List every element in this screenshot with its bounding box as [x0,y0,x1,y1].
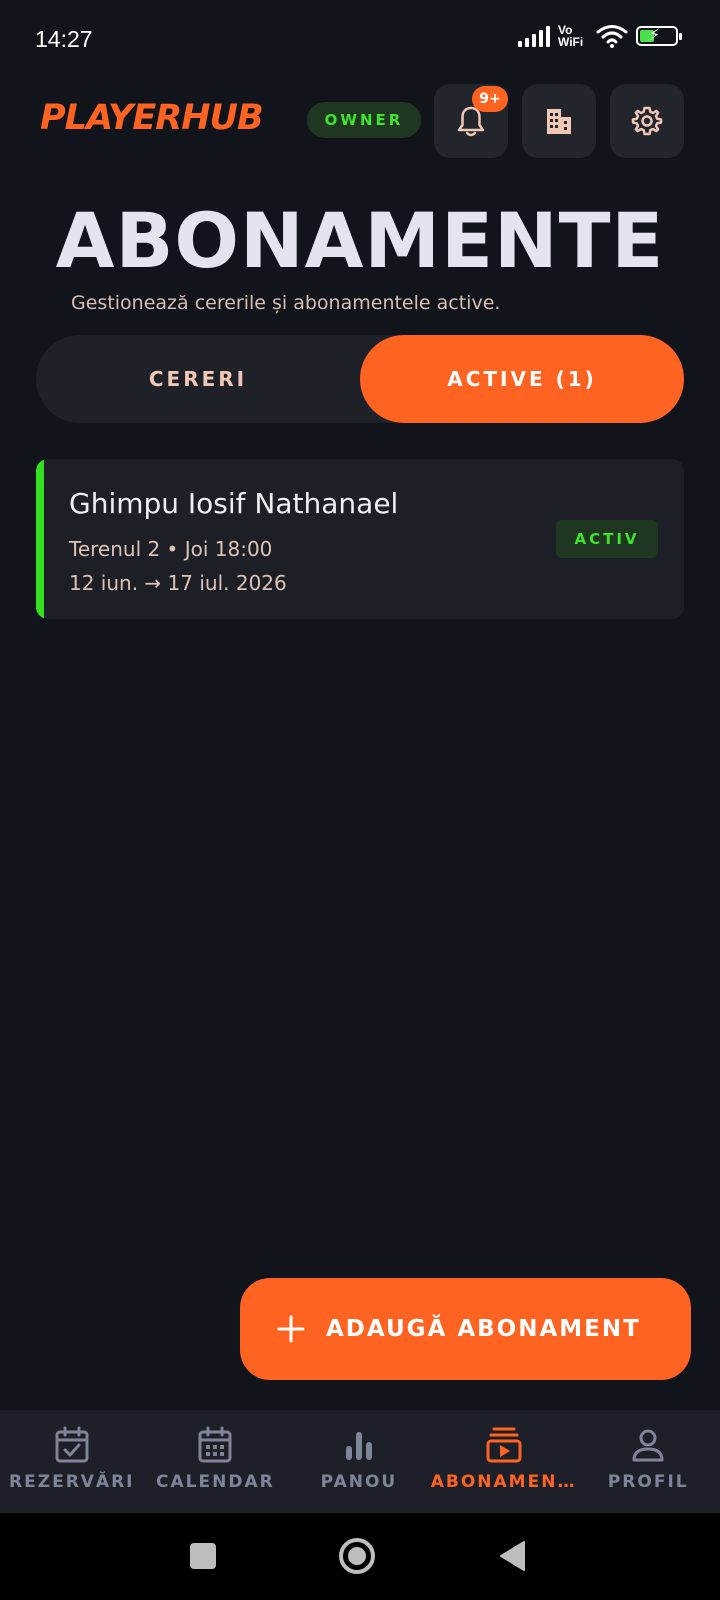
notifications-button[interactable]: 9+ [434,84,508,158]
nav-label-reservations: REZERVĂRI [9,1472,135,1492]
nav-label-subscriptions: ABONAMEN… [430,1472,577,1492]
settings-button[interactable] [610,84,684,158]
person-icon [632,1429,664,1462]
nav-item-reservations[interactable]: REZERVĂRI [0,1410,144,1513]
bottom-nav: REZERVĂRI CALENDAR PANOU ABONAMEN… PROFI… [0,1410,720,1513]
home-button[interactable] [334,1533,380,1579]
recents-button[interactable] [180,1533,226,1579]
bar-chart-icon [345,1432,372,1460]
venues-button[interactable] [522,84,596,158]
calendar-check-icon [55,1426,89,1463]
nav-label-dashboard: PANOU [320,1472,398,1492]
building-icon [547,109,571,134]
status-badge: ACTIV [556,520,658,558]
notification-count-badge: 9+ [472,86,508,112]
nav-label-profile: PROFIL [607,1472,689,1492]
signal-icon [518,25,550,47]
subscriber-name: Ghimpu Iosif Nathanael [69,487,399,520]
tab-active[interactable]: ACTIVE (1) [360,335,684,423]
subscription-tabs: CERERI ACTIVE (1) [36,335,684,423]
vowifi-indicator: Vo WiFi [558,23,584,49]
system-nav-bar [0,1513,720,1600]
screen: 14:27 Vo WiFi ⚡ PLAYERHUB OWNER 9+ ABONA… [0,0,720,1600]
add-subscription-button[interactable]: ADAUGĂ ABONAMENT [240,1278,691,1380]
gear-icon [631,106,663,136]
page-title: ABONAMENTE [55,196,665,285]
subscription-dates: 12 iun. → 17 iul. 2026 [69,571,287,595]
add-subscription-label: ADAUGĂ ABONAMENT [326,1316,641,1342]
subscription-card[interactable]: Ghimpu Iosif Nathanael Terenul 2 • Joi 1… [36,459,684,619]
plus-icon [277,1315,305,1343]
status-accent-bar [36,459,44,619]
status-icons: Vo WiFi ⚡ [518,23,682,49]
nav-item-dashboard[interactable]: PANOU [287,1410,431,1513]
battery-charging-icon: ⚡ [636,25,682,46]
tab-requests[interactable]: CERERI [36,335,360,423]
app-header: PLAYERHUB OWNER 9+ [0,80,720,164]
nav-item-calendar[interactable]: CALENDAR [144,1410,288,1513]
status-time: 14:27 [35,26,93,52]
subscription-slot: Terenul 2 • Joi 18:00 [69,537,273,561]
square-icon [190,1543,216,1569]
role-badge: OWNER [307,102,421,138]
page-subtitle: Gestionează cererile și abonamentele act… [71,292,501,314]
nav-item-profile[interactable]: PROFIL [576,1410,720,1513]
home-circle-icon [339,1538,375,1574]
nav-item-subscriptions[interactable]: ABONAMEN… [431,1410,577,1513]
brand-logo: PLAYERHUB [40,98,264,138]
nav-label-calendar: CALENDAR [156,1472,275,1492]
subscriptions-icon [486,1427,522,1463]
back-triangle-icon [500,1541,525,1571]
wifi-icon [596,25,628,48]
back-button[interactable] [490,1533,536,1579]
calendar-grid-icon [198,1426,232,1463]
status-bar: 14:27 Vo WiFi ⚡ [0,0,720,80]
